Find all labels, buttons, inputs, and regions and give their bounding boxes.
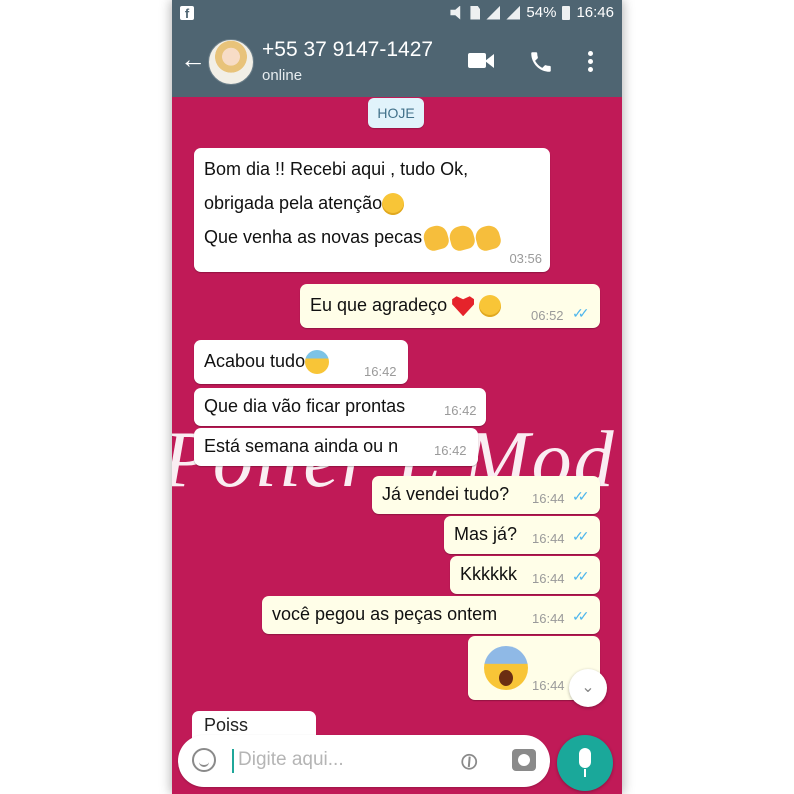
clapping-hands-emoji: [447, 223, 477, 253]
message-text: Mas já?: [454, 524, 518, 544]
mute-icon: [450, 5, 461, 20]
day-divider: HOJE: [368, 98, 424, 128]
camera-icon[interactable]: [512, 749, 536, 771]
microphone-icon: [579, 748, 591, 768]
message-outgoing[interactable]: Já vendei tudo? 16:44 ✓✓: [372, 476, 600, 514]
mic-button[interactable]: [557, 735, 613, 791]
message-incoming[interactable]: Bom dia !! Recebi aqui , tudo Ok, obriga…: [194, 148, 550, 272]
signal-icon: [486, 5, 501, 20]
message-text: Acabou tudo: [204, 351, 306, 371]
battery-icon: [562, 5, 571, 20]
message-text: Já vendei tudo?: [382, 484, 510, 504]
clapping-hands-emoji: [473, 223, 503, 253]
battery-level: 54%: [526, 4, 557, 21]
message-time: 16:44: [532, 531, 565, 546]
read-receipt-icon: ✓✓: [572, 568, 590, 584]
scream-emoji: [484, 646, 528, 690]
message-time: 16:44: [532, 611, 565, 626]
read-receipt-icon: ✓✓: [572, 305, 590, 321]
message-time: 16:44: [532, 678, 565, 693]
emoji-icon[interactable]: [192, 748, 216, 772]
message-text: Que dia vão ficar prontas: [204, 396, 406, 416]
message-time: 16:44: [532, 571, 565, 586]
message-text: Está semana ainda ou n: [204, 436, 399, 456]
message-text-line: obrigada pela atenção: [204, 193, 383, 213]
message-incoming[interactable]: Está semana ainda ou n 16:42: [194, 428, 478, 466]
message-text: Kkkkkk: [460, 564, 518, 584]
contact-avatar[interactable]: [208, 39, 254, 85]
message-time: 06:52: [531, 308, 564, 323]
message-time: 03:56: [509, 251, 542, 266]
message-text-line: Que venha as novas pecas: [204, 227, 423, 247]
sim-icon: [470, 5, 481, 20]
status-bar: f 54% 16:46: [172, 0, 622, 27]
phone-call-icon[interactable]: [528, 49, 556, 73]
message-text: você pegou as peças ontem: [272, 604, 498, 624]
contact-name[interactable]: +55 37 9147-1427: [262, 38, 433, 62]
clock: 16:46: [576, 4, 614, 21]
read-receipt-icon: ✓✓: [572, 488, 590, 504]
message-outgoing[interactable]: você pegou as peças ontem 16:44 ✓✓: [262, 596, 600, 634]
anxious-sweat-emoji: [305, 350, 330, 375]
message-text-line: Bom dia !! Recebi aqui , tudo Ok,: [204, 159, 469, 179]
red-heart-emoji: [452, 296, 475, 317]
video-call-icon[interactable]: [468, 49, 496, 73]
scroll-to-bottom-button[interactable]: ⌄: [569, 669, 607, 707]
message-text: Poiss: [204, 715, 249, 735]
message-time: 16:44: [532, 491, 565, 506]
message-time: 16:42: [434, 443, 467, 458]
message-outgoing[interactable]: Mas já? 16:44 ✓✓: [444, 516, 600, 554]
microphone-stand: [584, 769, 586, 777]
chat-header: ← +55 37 9147-1427 online: [172, 27, 622, 97]
message-outgoing[interactable]: Kkkkkk 16:44 ✓✓: [450, 556, 600, 594]
message-input[interactable]: Digite aqui...: [238, 749, 344, 771]
message-time: 16:42: [364, 364, 397, 379]
message-input-bar: Digite aqui... ⊘: [178, 735, 550, 787]
message-text: Eu que agradeço: [310, 295, 448, 315]
chevron-double-down-icon: ⌄: [581, 679, 595, 696]
facebook-notification-icon: f: [180, 6, 194, 21]
smiling-face-emoji: [382, 193, 405, 216]
message-outgoing[interactable]: Eu que agradeço 06:52 ✓✓: [300, 284, 600, 328]
message-incoming[interactable]: Acabou tudo 16:42: [194, 340, 408, 384]
clapping-hands-emoji: [421, 223, 451, 253]
read-receipt-icon: ✓✓: [572, 528, 590, 544]
signal-icon-2: [506, 5, 521, 20]
phone-screen: f 54% 16:46 ← +55 37 9147-1427 online Po…: [172, 0, 622, 794]
message-time: 16:42: [444, 403, 477, 418]
smiling-face-emoji: [479, 295, 502, 318]
contact-status: online: [262, 67, 303, 84]
attach-icon[interactable]: ⊘: [452, 743, 486, 779]
read-receipt-icon: ✓✓: [572, 608, 590, 624]
message-incoming[interactable]: Que dia vão ficar prontas 16:42: [194, 388, 486, 426]
text-cursor: [232, 749, 234, 773]
status-icons: 54% 16:46: [450, 4, 614, 21]
more-options-icon[interactable]: [586, 49, 594, 73]
back-arrow-icon[interactable]: ←: [180, 46, 206, 73]
